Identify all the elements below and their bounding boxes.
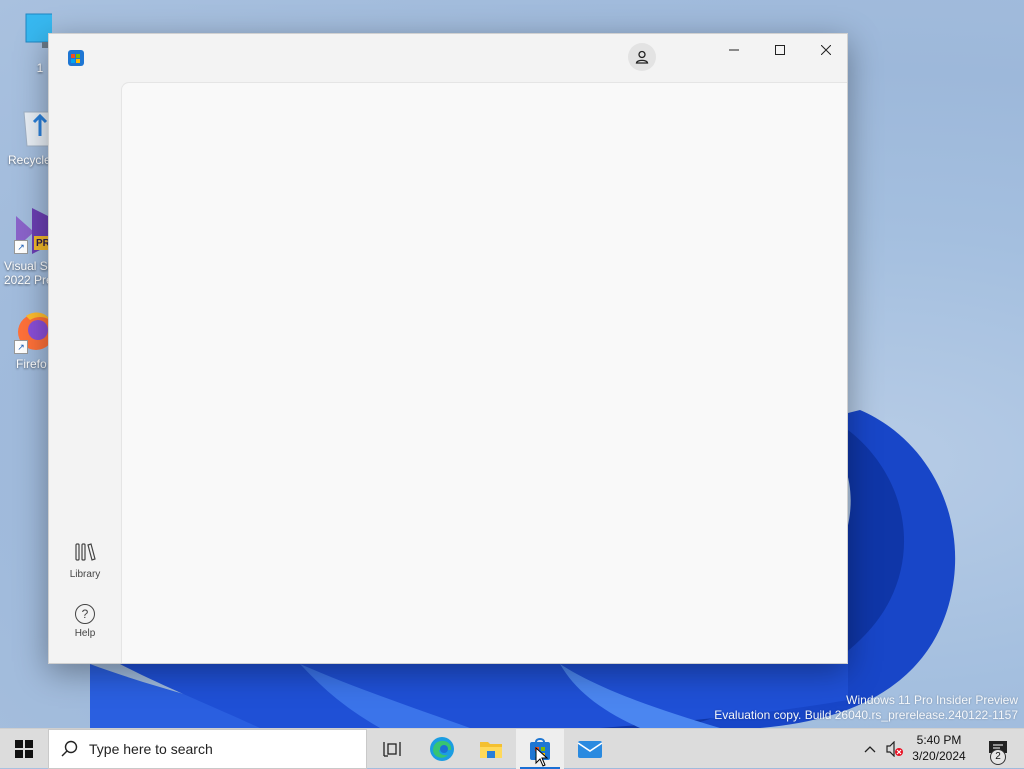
shortcut-arrow-icon: ↗: [14, 340, 28, 354]
maximize-icon: [775, 45, 785, 55]
volume-muted-icon: [886, 741, 903, 757]
task-view-icon: [383, 742, 401, 757]
file-explorer-icon: [480, 742, 502, 758]
watermark-line-2: Evaluation copy. Build 26040.rs_prerelea…: [714, 708, 1018, 722]
evaluation-watermark: Windows 11 Pro Insider Preview Evaluatio…: [714, 693, 1018, 723]
edge-button[interactable]: [418, 729, 466, 769]
search-icon: [61, 740, 78, 757]
store-window: Library ? Help: [48, 33, 848, 664]
chevron-up-icon: [864, 746, 876, 753]
search-placeholder: Type here to search: [89, 741, 213, 757]
nav-help[interactable]: ? Help: [61, 604, 109, 639]
clock-date: 3/20/2024: [912, 749, 966, 763]
shortcut-arrow-icon: ↗: [14, 240, 28, 254]
mail-button[interactable]: [566, 729, 614, 769]
minimize-icon: [729, 49, 739, 51]
help-icon: ?: [75, 604, 95, 624]
taskbar-search-box[interactable]: Type here to search: [48, 729, 367, 769]
maximize-button[interactable]: [757, 34, 803, 66]
file-explorer-button[interactable]: [467, 729, 515, 769]
edge-icon: [430, 737, 454, 761]
taskbar: Type here to search 5:40 PM 3/20/2024 2: [0, 728, 1024, 769]
watermark-line-1: Windows 11 Pro Insider Preview: [846, 693, 1018, 707]
nav-library-label: Library: [69, 569, 101, 580]
mail-icon: [577, 741, 603, 758]
account-button[interactable]: [628, 43, 656, 71]
volume-button[interactable]: [882, 729, 906, 769]
notification-count-badge: 2: [990, 749, 1006, 765]
close-button[interactable]: [803, 34, 849, 66]
main-content-area: [121, 82, 847, 663]
nav-library[interactable]: Library: [61, 542, 109, 580]
store-button[interactable]: [516, 729, 564, 769]
library-icon: [75, 543, 96, 561]
taskbar-clock[interactable]: 5:40 PM 3/20/2024: [906, 729, 972, 769]
mouse-cursor-icon: [535, 747, 549, 767]
title-bar[interactable]: [49, 34, 847, 82]
windows-logo-icon: [15, 740, 33, 758]
store-icon: [68, 50, 84, 66]
close-icon: [821, 45, 831, 55]
clock-time: 5:40 PM: [916, 733, 962, 747]
nav-help-label: Help: [74, 628, 96, 639]
show-hidden-icons-button[interactable]: [858, 729, 882, 769]
minimize-button[interactable]: [711, 34, 757, 66]
person-icon: [635, 50, 649, 64]
task-view-button[interactable]: [368, 729, 416, 769]
monitor-icon: [25, 13, 69, 48]
start-button[interactable]: [0, 729, 48, 769]
